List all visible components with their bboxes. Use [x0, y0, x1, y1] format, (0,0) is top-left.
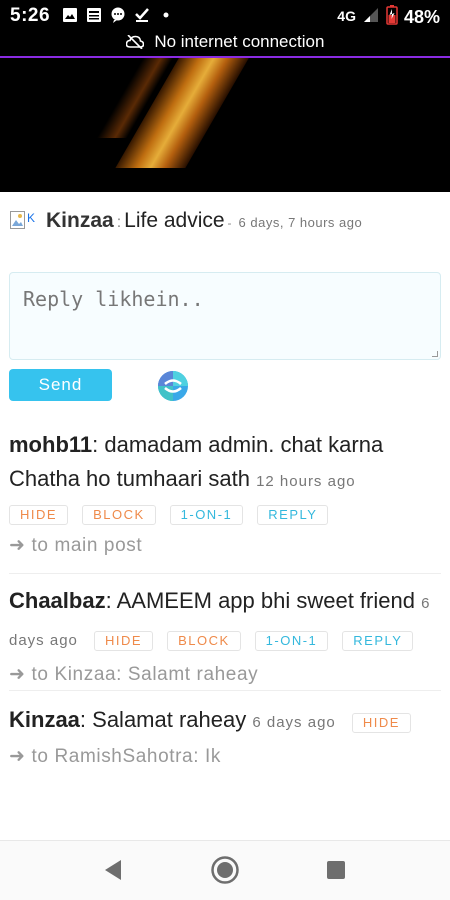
- time-separator: -: [227, 216, 232, 230]
- hide-button[interactable]: HIDE: [351, 713, 411, 733]
- comment-author[interactable]: Kinzaa: [9, 707, 80, 732]
- post-separator: :: [116, 214, 122, 231]
- post-author[interactable]: Kinzaa: [46, 209, 114, 233]
- navigation-bar: [0, 840, 450, 900]
- post-time: 6 days, 7 hours ago: [238, 215, 363, 230]
- chat-icon: [110, 7, 126, 23]
- post-video[interactable]: [0, 58, 450, 192]
- reply-input[interactable]: Reply likhein..: [9, 272, 441, 360]
- clock: 5:26: [10, 5, 51, 26]
- arrow-right-icon: ➜: [9, 664, 26, 685]
- comment-author[interactable]: Chaalbaz: [9, 588, 106, 613]
- dot-icon: [158, 7, 174, 23]
- battery-icon: [386, 5, 398, 30]
- divider: [9, 690, 441, 691]
- status-bar: 5:26 4G 48% No internet connection: [0, 0, 450, 59]
- hide-button[interactable]: HIDE: [9, 505, 69, 525]
- image-icon: [62, 7, 78, 23]
- home-icon[interactable]: [210, 855, 240, 885]
- reply-placeholder: Reply likhein..: [23, 287, 204, 311]
- connection-message: No internet connection: [154, 32, 325, 51]
- comment-item: Kinzaa: Salamat raheay 6 days ago HIDE ➜…: [9, 703, 441, 772]
- comment-item: Chaalbaz: AAMEEM app bhi sweet friend 6 …: [9, 584, 441, 690]
- cloud-off-icon: [125, 34, 149, 53]
- send-button[interactable]: Send: [9, 369, 112, 401]
- loading-spinner-icon: [158, 371, 188, 401]
- signal-icon: [362, 6, 380, 29]
- download-done-icon: [134, 7, 150, 23]
- comment-item: mohb11: damadam admin. chat karna Chatha…: [9, 428, 441, 561]
- comment-link[interactable]: ➜ to main post: [9, 531, 441, 561]
- reply-button[interactable]: REPLY: [257, 505, 329, 525]
- reply-button[interactable]: REPLY: [342, 631, 414, 651]
- comment-text: : AAMEEM app bhi sweet friend: [105, 588, 415, 613]
- one-on-one-button[interactable]: 1-ON-1: [254, 631, 329, 651]
- comment-text: : Salamat raheay: [79, 707, 247, 732]
- one-on-one-button[interactable]: 1-ON-1: [169, 505, 244, 525]
- post-header: K Kinzaa : Life advice - 6 days, 7 hours…: [10, 207, 440, 237]
- news-icon: [86, 7, 102, 23]
- comment-time: 12 hours ago: [256, 473, 356, 490]
- back-icon[interactable]: [103, 859, 123, 881]
- battery-percent: 48%: [403, 7, 440, 27]
- block-button[interactable]: BLOCK: [82, 505, 156, 525]
- post-title: Life advice: [124, 209, 225, 232]
- arrow-right-icon: ➜: [9, 746, 26, 767]
- hide-button[interactable]: HIDE: [94, 631, 154, 651]
- comment-link[interactable]: ➜ to Kinzaa: Salamt raheay: [9, 660, 441, 690]
- network-type-icon: 4G: [337, 7, 356, 24]
- resize-handle[interactable]: [432, 351, 438, 357]
- divider: [9, 573, 441, 574]
- avatar-icon[interactable]: K: [10, 210, 36, 230]
- comment-author[interactable]: mohb11: [9, 432, 92, 457]
- comment-time: 6 days ago: [252, 714, 336, 731]
- arrow-right-icon: ➜: [9, 535, 26, 556]
- comment-link[interactable]: ➜ to RamishSahotra: Ik: [9, 742, 441, 772]
- recent-apps-icon[interactable]: [327, 861, 345, 879]
- block-button[interactable]: BLOCK: [167, 631, 241, 651]
